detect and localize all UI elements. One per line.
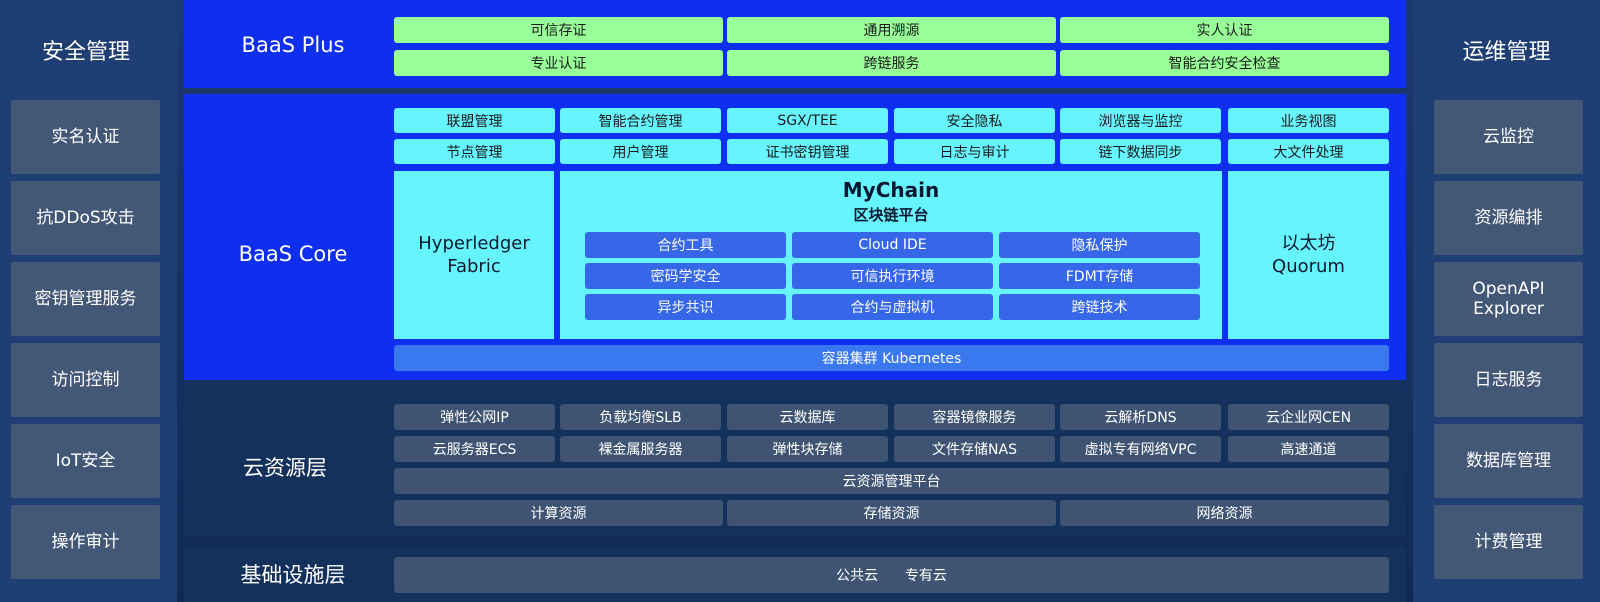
baas-plus-service: 专业认证 [394,50,723,76]
cloud-resource-type: 网络资源 [1060,500,1389,526]
mychain-title: MyChain [842,178,940,202]
baas-core-label: BaaS Core [238,242,348,266]
right-panel-item: 资源编排 [1434,181,1583,255]
baas-core-service: 大文件处理 [1228,139,1389,164]
cloud-service: 虚拟专有网络VPC [1060,436,1221,462]
baas-plus-label: BaaS Plus [241,33,345,57]
mychain-feature: 隐私保护 [999,232,1200,258]
baas-plus-service: 跨链服务 [727,50,1056,76]
cloud-resource-type: 存储资源 [727,500,1056,526]
cloud-resource-label: 云资源层 [243,456,327,480]
cloud-service: 云数据库 [727,404,888,430]
baas-core-service: 用户管理 [560,139,721,164]
mychain-feature: Cloud IDE [792,232,993,258]
infrastructure-content-bar: 公共云 专有云 [394,557,1389,593]
cloud-service: 负载均衡SLB [560,404,721,430]
cloud-service: 云服务器ECS [394,436,555,462]
infrastructure-label: 基础设施层 [240,563,346,587]
mychain-subtitle: 区块链平台 [853,205,929,224]
right-panel-item: 计费管理 [1434,505,1583,579]
baas-plus-service: 可信存证 [394,17,723,43]
architecture-diagram: 安全管理 实名认证 抗DDoS攻击 密钥管理服务 访问控制 IoT安全 操作审计 运维管理… [0,0,1600,602]
baas-core-service: 日志与审计 [894,139,1055,164]
baas-plus-service: 智能合约安全检查 [1060,50,1389,76]
left-panel-item: 实名认证 [11,100,160,174]
cloud-service: 文件存储NAS [894,436,1055,462]
baas-core-service: 联盟管理 [394,108,555,133]
left-panel-item: IoT安全 [11,424,160,498]
right-panel-item: 云监控 [1434,100,1583,174]
cloud-management-platform: 云资源管理平台 [394,468,1389,494]
mychain-feature: 合约工具 [585,232,786,258]
cloud-service: 弹性块存储 [727,436,888,462]
left-panel-item: 操作审计 [11,505,160,579]
hyperledger-fabric-box: Hyperledger Fabric [394,171,554,339]
cloud-service: 裸金属服务器 [560,436,721,462]
left-panel-item: 抗DDoS攻击 [11,181,160,255]
baas-core-service: 证书密钥管理 [727,139,888,164]
baas-core-service: 安全隐私 [894,108,1055,133]
left-panel-item: 密钥管理服务 [11,262,160,336]
mychain-feature: FDMT存储 [999,263,1200,289]
mychain-feature: 可信执行环境 [792,263,993,289]
right-panel-item: 日志服务 [1434,343,1583,417]
mychain-feature: 跨链技术 [999,294,1200,320]
cloud-service: 容器镜像服务 [894,404,1055,430]
cloud-service: 弹性公网IP [394,404,555,430]
baas-core-service: SGX/TEE [727,108,888,133]
cloud-service: 云企业网CEN [1228,404,1389,430]
cloud-service: 云解析DNS [1060,404,1221,430]
baas-plus-service: 通用溯源 [727,17,1056,43]
right-panel-item: OpenAPI Explorer [1434,262,1583,336]
cloud-resource-type: 计算资源 [394,500,723,526]
operations-management-title: 运维管理 [1462,40,1551,65]
kubernetes-bar: 容器集群 Kubernetes [394,345,1389,371]
mychain-feature: 异步共识 [585,294,786,320]
mychain-feature: 密码学安全 [585,263,786,289]
baas-core-service: 链下数据同步 [1060,139,1221,164]
left-panel-item: 访问控制 [11,343,160,417]
baas-core-service: 浏览器与监控 [1060,108,1221,133]
baas-core-service: 业务视图 [1228,108,1389,133]
baas-core-service: 节点管理 [394,139,555,164]
ethereum-quorum-box: 以太坊 Quorum [1228,171,1389,339]
baas-core-service: 智能合约管理 [560,108,721,133]
cloud-service: 高速通道 [1228,436,1389,462]
security-management-title: 安全管理 [41,40,130,65]
baas-plus-service: 实人认证 [1060,17,1389,43]
right-panel-item: 数据库管理 [1434,424,1583,498]
mychain-feature: 合约与虚拟机 [792,294,993,320]
